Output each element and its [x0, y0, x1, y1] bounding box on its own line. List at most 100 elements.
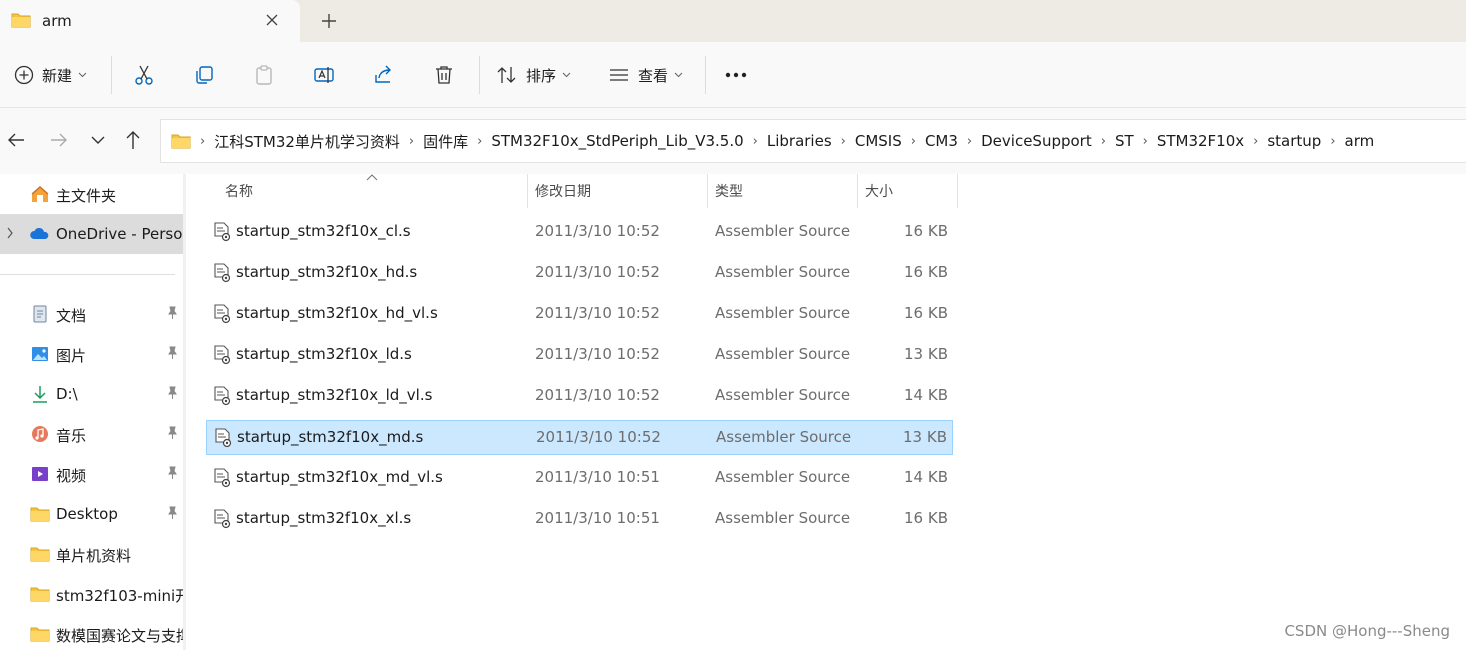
sidebar-item-label: 图片: [56, 345, 183, 366]
file-name: startup_stm32f10x_ld_vl.s: [236, 386, 432, 404]
delete-button[interactable]: [433, 42, 455, 108]
file-row[interactable]: startup_stm32f10x_xl.s2011/3/10 10:51Ass…: [206, 502, 953, 537]
pin-icon[interactable]: [165, 346, 179, 360]
sidebar-item-onedrive[interactable]: OneDrive - Personal: [0, 214, 183, 254]
tab-strip: arm: [0, 0, 1466, 42]
breadcrumb-item[interactable]: Libraries: [767, 132, 832, 150]
share-button[interactable]: [373, 42, 395, 108]
sidebar-scrollbar[interactable]: [183, 174, 186, 650]
copy-button[interactable]: [193, 42, 215, 108]
file-name: startup_stm32f10x_md.s: [237, 428, 423, 446]
breadcrumb-chevron-icon[interactable]: ›: [967, 134, 972, 149]
column-divider[interactable]: [857, 174, 858, 208]
sidebar-item[interactable]: 单片机资料: [0, 534, 183, 574]
breadcrumb-chevron-icon[interactable]: ›: [1330, 134, 1335, 149]
column-header-name[interactable]: 名称: [225, 174, 525, 208]
breadcrumb-item[interactable]: ST: [1115, 132, 1134, 150]
column-header-size[interactable]: 大小: [865, 174, 955, 208]
download-icon: [30, 384, 50, 404]
file-row[interactable]: startup_stm32f10x_md_vl.s2011/3/10 10:51…: [206, 461, 953, 496]
sort-button[interactable]: 排序: [496, 42, 571, 108]
column-divider[interactable]: [957, 174, 958, 208]
sidebar-item[interactable]: 文档: [0, 294, 183, 334]
breadcrumb-item[interactable]: STM32F10x: [1157, 132, 1244, 150]
tab-arm[interactable]: arm: [0, 0, 300, 42]
chevron-down-icon: [674, 72, 683, 78]
breadcrumb-item[interactable]: 江科STM32单片机学习资料: [214, 131, 400, 152]
breadcrumb-item[interactable]: 固件库: [423, 131, 468, 152]
cloud-icon: [30, 224, 50, 244]
up-arrow-icon[interactable]: [121, 128, 145, 152]
paste-button[interactable]: [253, 42, 275, 108]
sidebar-item[interactable]: 数模国赛论文与支撑: [0, 614, 183, 654]
scissors-icon: [133, 64, 155, 86]
column-header-label: 名称: [225, 181, 253, 201]
documents-icon: [30, 304, 50, 324]
column-divider[interactable]: [527, 174, 528, 208]
sidebar-item[interactable]: 视频: [0, 454, 183, 494]
column-divider[interactable]: [707, 174, 708, 208]
pin-icon[interactable]: [165, 426, 179, 440]
column-header-label: 大小: [865, 181, 893, 201]
view-button[interactable]: 查看: [608, 42, 683, 108]
sidebar-item[interactable]: 图片: [0, 334, 183, 374]
breadcrumb-chevron-icon[interactable]: ›: [911, 134, 916, 149]
breadcrumb-item[interactable]: arm: [1345, 132, 1375, 150]
pin-icon[interactable]: [165, 506, 179, 520]
breadcrumb-chevron-icon[interactable]: ›: [477, 134, 482, 149]
file-row[interactable]: startup_stm32f10x_cl.s2011/3/10 10:52Ass…: [206, 215, 953, 250]
assembler-file-icon: [213, 386, 231, 406]
view-icon: [608, 65, 630, 85]
breadcrumb-chevron-icon[interactable]: ›: [200, 134, 205, 149]
more-options-button[interactable]: [725, 42, 747, 108]
trash-icon: [433, 64, 455, 86]
sidebar-item-label: 视频: [56, 465, 183, 486]
sidebar-item[interactable]: stm32f103-mini开: [0, 574, 183, 614]
file-row[interactable]: startup_stm32f10x_ld.s2011/3/10 10:52Ass…: [206, 338, 953, 373]
file-row[interactable]: startup_stm32f10x_md.s2011/3/10 10:52Ass…: [206, 420, 953, 455]
file-row[interactable]: startup_stm32f10x_hd_vl.s2011/3/10 10:52…: [206, 297, 953, 332]
forward-arrow-icon[interactable]: [47, 128, 71, 152]
assembler-file-icon: [214, 428, 232, 448]
file-type: Assembler Source: [715, 222, 850, 240]
breadcrumb-chevron-icon[interactable]: ›: [753, 134, 758, 149]
sidebar-item[interactable]: 音乐: [0, 414, 183, 454]
sidebar-item-label: 音乐: [56, 425, 183, 446]
file-row[interactable]: startup_stm32f10x_ld_vl.s2011/3/10 10:52…: [206, 379, 953, 414]
breadcrumb-item[interactable]: startup: [1267, 132, 1321, 150]
new-button[interactable]: 新建: [14, 42, 87, 108]
back-arrow-icon[interactable]: [4, 128, 28, 152]
file-size: 16 KB: [904, 304, 948, 322]
pin-icon[interactable]: [165, 306, 179, 320]
cut-button[interactable]: [133, 42, 155, 108]
breadcrumb-chevron-icon[interactable]: ›: [841, 134, 846, 149]
breadcrumb-item[interactable]: STM32F10x_StdPeriph_Lib_V3.5.0: [491, 132, 743, 150]
pin-icon[interactable]: [165, 386, 179, 400]
file-size: 14 KB: [904, 468, 948, 486]
sidebar-item[interactable]: D:\: [0, 374, 183, 414]
sidebar-item[interactable]: Desktop: [0, 494, 183, 534]
breadcrumb-chevron-icon[interactable]: ›: [1101, 134, 1106, 149]
file-date: 2011/3/10 10:52: [535, 345, 660, 363]
breadcrumb-chevron-icon[interactable]: ›: [1253, 134, 1258, 149]
file-name: startup_stm32f10x_md_vl.s: [236, 468, 443, 486]
breadcrumb-chevron-icon[interactable]: ›: [1143, 134, 1148, 149]
breadcrumb-item[interactable]: DeviceSupport: [981, 132, 1092, 150]
rename-button[interactable]: [313, 42, 335, 108]
pin-icon[interactable]: [165, 466, 179, 480]
close-tab-icon[interactable]: [262, 10, 282, 30]
breadcrumb-item[interactable]: CM3: [925, 132, 958, 150]
column-header-modified[interactable]: 修改日期: [535, 174, 705, 208]
file-row[interactable]: startup_stm32f10x_hd.s2011/3/10 10:52Ass…: [206, 256, 953, 291]
column-header-label: 类型: [715, 181, 743, 201]
file-type: Assembler Source: [715, 263, 850, 281]
address-bar[interactable]: › 江科STM32单片机学习资料 › 固件库 › STM32F10x_StdPeriph_…: [160, 119, 1466, 163]
sidebar-item-home[interactable]: 主文件夹: [0, 174, 183, 214]
recent-locations-chevron-icon[interactable]: [86, 128, 110, 152]
breadcrumb-item[interactable]: CMSIS: [855, 132, 902, 150]
breadcrumb-chevron-icon[interactable]: ›: [409, 134, 414, 149]
new-tab-icon[interactable]: [318, 10, 340, 32]
column-header-type[interactable]: 类型: [715, 174, 855, 208]
assembler-file-icon: [213, 222, 231, 242]
chevron-right-icon[interactable]: [6, 227, 14, 239]
